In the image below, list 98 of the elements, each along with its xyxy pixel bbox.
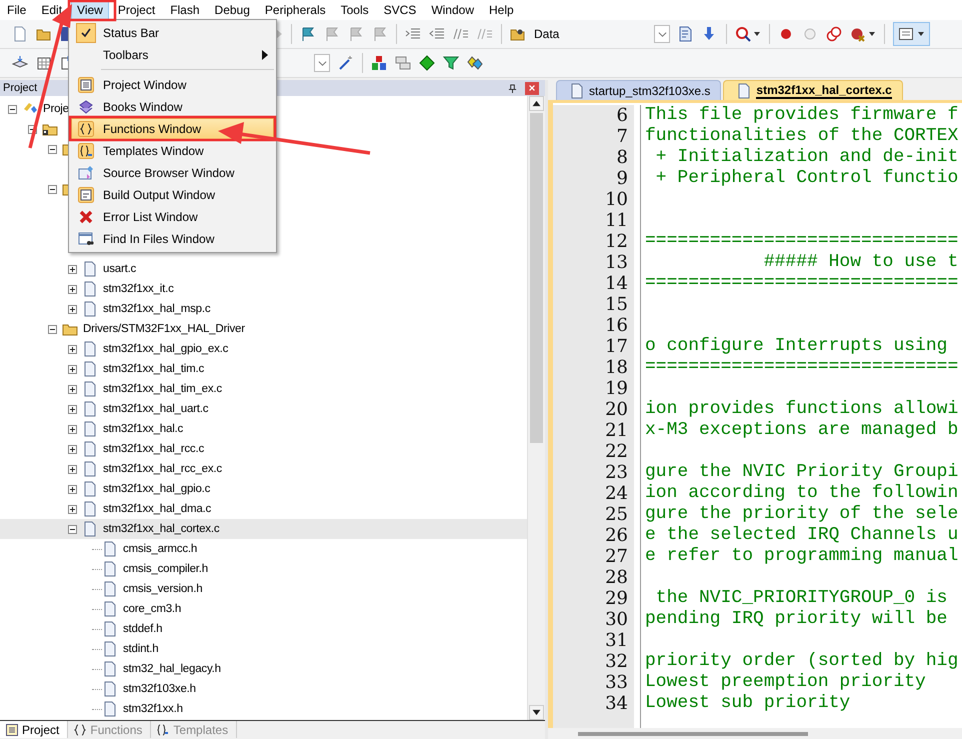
line-number: 8 [616,147,628,168]
code-line: Lowest preemption priority [645,672,926,692]
tree-item[interactable]: stdint.h [123,643,158,655]
line-number: 25 [604,504,628,525]
menu-option[interactable]: Source Browser Window [71,162,274,184]
line-number: 27 [604,546,628,567]
menu-item[interactable]: Tools [334,0,375,20]
menu-option[interactable]: Build Output Window [71,184,274,206]
code-line: e refer to programming manual [645,546,958,566]
menu-item[interactable]: Window [425,0,480,20]
code-line: pending IRQ priority will be [645,609,948,629]
tree-item[interactable]: stm32f1xx_hal_tim.c [103,363,204,375]
tree-item[interactable]: cmsis_compiler.h [123,563,208,575]
tree-item[interactable]: stm32f1xx_hal_gpio.c [103,483,210,495]
panel-title: Project [3,82,38,94]
menu-item[interactable]: Flash [164,0,206,20]
line-number: 10 [604,189,628,210]
selected-tree-row[interactable]: stm32f1xx_hal_cortex.c [0,519,527,539]
code-line: gure the NVIC Priority Groupi [645,462,958,482]
line-number: 28 [604,567,628,588]
menu-option[interactable]: Find In Files Window [71,228,274,250]
line-number: 32 [604,651,628,672]
line-number: 12 [604,231,628,252]
code-line: ion according to the followin [645,483,958,503]
code-line: e the selected IRQ Channels u [645,525,958,545]
line-number: 20 [604,399,628,420]
tree-item[interactable]: stm32f103xe.h [123,683,196,695]
tree-item[interactable]: usart.c [103,263,136,275]
find-combo-text[interactable]: Data [534,27,646,41]
menu-option[interactable]: Project Window [71,74,274,96]
line-number: 22 [604,441,628,462]
menu-item[interactable]: SVCS [378,0,422,20]
line-number: 18 [604,357,628,378]
tree-item[interactable]: stm32f1xx_hal_uart.c [103,403,208,415]
line-number: 23 [604,462,628,483]
code-line: Lowest sub priority [645,693,850,713]
line-number: 15 [604,294,628,315]
menu-item[interactable]: Debug [208,0,256,20]
tree-item[interactable]: stm32f1xx_hal.c [103,423,184,435]
tree-item[interactable]: stm32f1xx_hal_rcc.c [103,443,204,455]
tree-item[interactable]: cmsis_armcc.h [123,543,198,555]
line-number: 19 [604,378,628,399]
code-line: This file provides firmware f [645,105,958,125]
panel-tab[interactable]: Project [0,721,68,738]
code-line: ##### How to use t [762,252,958,272]
tree-item[interactable]: stm32f1xx_it.c [103,283,174,295]
code-line: priority order (sorted by hig [645,651,958,671]
code-line: ion provides functions allowi [645,399,958,419]
line-number: 26 [604,525,628,546]
menu-option[interactable]: Toolbars [71,44,274,66]
tree-item[interactable]: stm32f1xx.h [123,703,183,715]
code-line: + Initialization and de-init [654,147,958,167]
line-number: 29 [604,588,628,609]
tree-item[interactable]: stm32f1xx_hal_tim_ex.c [103,383,222,395]
menu-option[interactable]: Books Window [71,96,274,118]
line-number: 11 [604,210,628,231]
tree-item[interactable]: stm32_hal_legacy.h [123,663,221,675]
code-line: ============================= [645,273,958,293]
code-line: gure the priority of the sele [645,504,958,524]
code-line: ============================= [645,231,958,251]
code-line: o configure Interrupts using [645,336,948,356]
line-number: 7 [616,126,628,147]
tree-item[interactable]: stm32f1xx_hal_rcc_ex.c [103,463,222,475]
line-number: 30 [604,609,628,630]
line-number: 17 [604,336,628,357]
menu-option[interactable]: Templates Window [71,140,274,162]
code-line: the NVIC_PRIORITYGROUP_0 is [654,588,948,608]
tree-item[interactable]: Drivers/STM32F1xx_HAL_Driver [83,323,245,335]
menu-item[interactable]: Peripherals [258,0,332,20]
menu-option[interactable]: Status Bar [71,22,274,44]
line-number: 13 [604,252,628,273]
editor-tab[interactable]: startup_stm32f103xe.s [556,80,722,100]
code-line: x-M3 exceptions are managed b [645,420,958,440]
line-number: 24 [604,483,628,504]
menu-item[interactable]: File [1,0,32,20]
line-number: 21 [604,420,628,441]
tree-item[interactable]: stddef.h [123,623,162,635]
line-number: 33 [604,672,628,693]
line-number: 34 [604,693,628,714]
line-number: 16 [604,315,628,336]
editor-tab[interactable]: stm32f1xx_hal_cortex.c [723,80,903,100]
menu-item[interactable]: Project [112,0,162,20]
code-line: + Peripheral Control functio [654,168,958,188]
line-number: 31 [604,630,628,651]
tree-item[interactable]: cmsis_version.h [123,583,202,595]
tree-item[interactable]: stm32f1xx_hal_dma.c [103,503,212,515]
menu-option[interactable]: Error List Window [71,206,274,228]
line-number: 6 [616,105,628,126]
tree-item[interactable]: stm32f1xx_hal_cortex.c [103,523,220,535]
code-line: functionalities of the CORTEX [645,126,958,146]
tree-item[interactable]: stm32f1xx_hal_msp.c [103,303,210,315]
menu-item[interactable]: Help [483,0,520,20]
tree-item[interactable]: core_cm3.h [123,603,182,615]
code-line: ============================= [645,357,958,377]
line-number: 14 [604,273,628,294]
line-number: 9 [616,168,628,189]
tree-item[interactable]: Proje [43,103,69,115]
tree-item[interactable]: stm32f1xx_hal_gpio_ex.c [103,343,228,355]
